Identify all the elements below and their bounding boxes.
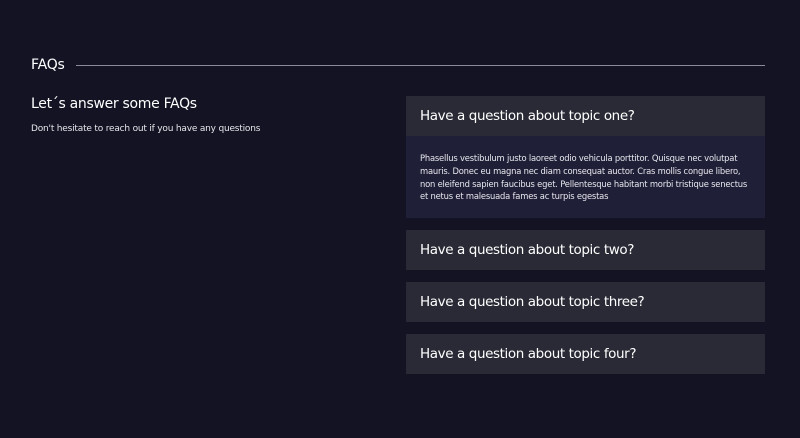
faq-question-topic-two[interactable]: Have a question about topic two? [406,230,765,270]
faq-answer-topic-one: Phasellus vestibulum justo laoreet odio … [406,136,765,218]
section-title: FAQs [31,57,65,73]
intro-subtext: Don't hesitate to reach out if you have … [31,124,261,134]
faq-item-topic-one: Have a question about topic one? Phasell… [406,96,765,218]
faq-accordion: Have a question about topic one? Phasell… [406,96,765,386]
faq-question-topic-one[interactable]: Have a question about topic one? [406,96,765,136]
faq-item-topic-two: Have a question about topic two? [406,230,765,270]
intro-heading: Let´s answer some FAQs [31,96,197,112]
faq-question-topic-four[interactable]: Have a question about topic four? [406,334,765,374]
faq-question-topic-three[interactable]: Have a question about topic three? [406,282,765,322]
faq-item-topic-three: Have a question about topic three? [406,282,765,322]
faq-item-topic-four: Have a question about topic four? [406,334,765,374]
faq-section-header: FAQs [31,55,765,75]
section-divider [75,64,765,66]
